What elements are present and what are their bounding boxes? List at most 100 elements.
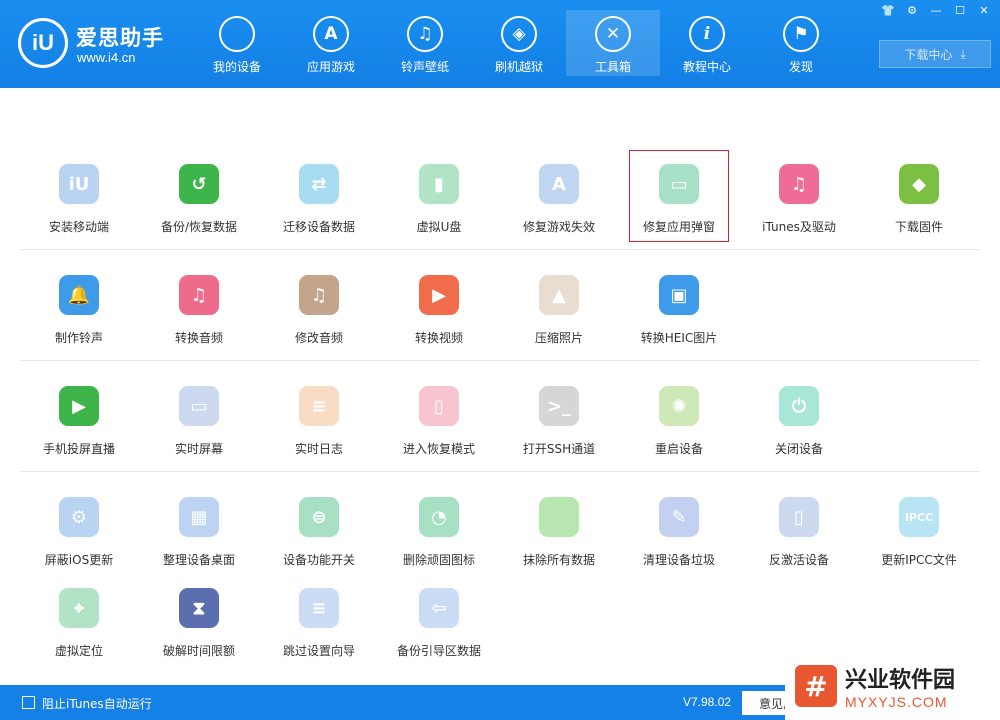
erase-data-icon <box>539 497 579 537</box>
tool-label: 整理设备桌面 <box>162 553 235 567</box>
tool-label: 破解时间限额 <box>162 644 235 658</box>
tool-backup-boot[interactable]: ⇦ 备份引导区数据 <box>389 578 489 678</box>
tool-compress-photo[interactable]: ▲ 压缩照片 <box>509 265 609 365</box>
shutdown-device-icon: ⏻ <box>779 386 819 426</box>
ssh-channel-icon: >_ <box>539 386 579 426</box>
tool-crack-time-limit[interactable]: ⧗ 破解时间限额 <box>149 578 249 678</box>
edit-audio-icon: ♫ <box>299 275 339 315</box>
tool-itunes-driver[interactable]: ♫ iTunes及驱动 <box>749 154 849 254</box>
nav-ringtones-wallpapers[interactable]: ♫ 铃声壁纸 <box>378 10 472 76</box>
block-ios-update-icon: ⚙ <box>59 497 99 537</box>
tool-row: 🔔 制作铃声 ♫ 转换音频 ♫ 修改音频 ▶ 转换视频 ▲ 压缩照片 ▣ 转换HEIC图片 <box>20 257 980 367</box>
app-url: www.i4.cn <box>77 50 136 65</box>
maximize-icon[interactable]: ☐ <box>950 2 970 18</box>
tool-label: 修改音频 <box>294 331 343 345</box>
fix-game-icon: A <box>539 164 579 204</box>
tool-convert-video[interactable]: ▶ 转换视频 <box>389 265 489 365</box>
tool-label: 压缩照片 <box>534 331 583 345</box>
nav-flash-jailbreak[interactable]: ◈ 刷机越狱 <box>472 10 566 76</box>
nav-label: 我的设备 <box>212 60 261 74</box>
tool-convert-audio[interactable]: ♫ 转换音频 <box>149 265 249 365</box>
tool-recovery-mode[interactable]: ▯ 进入恢复模式 <box>389 376 489 476</box>
tool-usb-drive[interactable]: ▮ 虚拟U盘 <box>389 154 489 254</box>
tool-label: iTunes及驱动 <box>762 220 836 234</box>
virtual-location-icon: ⌖ <box>59 588 99 628</box>
tool-label: 重启设备 <box>654 442 703 456</box>
tool-label: 删除顽固图标 <box>402 553 475 567</box>
nav-label: 刷机越狱 <box>494 60 543 74</box>
nav-discover[interactable]: ⚑ 发现 <box>754 10 848 76</box>
deactivate-device-icon: ▯ <box>779 497 819 537</box>
watermark-logo: # <box>795 665 837 707</box>
tool-label: 设备功能开关 <box>282 553 355 567</box>
tool-label: 备份/恢复数据 <box>160 220 238 234</box>
download-icon: ⤓ <box>960 46 966 61</box>
tool-download-firmware[interactable]: ◆ 下载固件 <box>869 154 969 254</box>
nav-label: 发现 <box>788 60 813 74</box>
nav-label: 铃声壁纸 <box>400 60 449 74</box>
shirt-icon[interactable]: 👕 <box>878 2 898 18</box>
tool-virtual-location[interactable]: ⌖ 虚拟定位 <box>29 578 129 678</box>
tool-realtime-log[interactable]: ≡ 实时日志 <box>269 376 369 476</box>
settings-icon[interactable]: ⚙ <box>902 2 922 18</box>
tool-label: 下载固件 <box>894 220 943 234</box>
fix-app-popup-icon: ▭ <box>659 164 699 204</box>
tool-row: ▶ 手机投屏直播 ▭ 实时屏幕 ≡ 实时日志 ▯ 进入恢复模式 >_ 打开SSH通道 ✺ 重启设备 ⏻ 关… <box>20 368 980 478</box>
row-divider <box>20 360 979 361</box>
tool-label: 修复游戏失效 <box>522 220 595 234</box>
tool-migrate-data[interactable]: ⇄ 迁移设备数据 <box>269 154 369 254</box>
top-bar: iU 爱思助手 www.i4.cn 我的设备 A 应用游戏 ♫ 铃声壁纸 ◈ 刷… <box>0 0 1000 88</box>
tool-label: 更新IPCC文件 <box>881 553 957 567</box>
tool-realtime-screen[interactable]: ▭ 实时屏幕 <box>149 376 249 476</box>
migrate-data-icon: ⇄ <box>299 164 339 204</box>
reboot-device-icon: ✺ <box>659 386 699 426</box>
tool-fix-app-popup[interactable]: ▭ 修复应用弹窗 <box>629 150 729 242</box>
apple-icon <box>219 16 255 52</box>
compress-photo-icon: ▲ <box>539 275 579 315</box>
screen-mirror-icon: ▶ <box>59 386 99 426</box>
tool-label: 修复应用弹窗 <box>642 220 715 234</box>
tool-convert-heic[interactable]: ▣ 转换HEIC图片 <box>629 265 729 365</box>
watermark-url: MYXYJS.COM <box>845 694 948 710</box>
organize-desktop-icon: ▦ <box>179 497 219 537</box>
skip-setup-icon: ≡ <box>299 588 339 628</box>
flag-icon: ⚑ <box>783 16 819 52</box>
download-center-button[interactable]: 下载中心 ⤓ <box>879 40 991 68</box>
app-logo: iU 爱思助手 www.i4.cn <box>18 14 178 72</box>
dropbox-icon: ◈ <box>501 16 537 52</box>
tool-i4-mobile[interactable]: iU 安装移动端 <box>29 154 129 254</box>
tool-label: 跳过设置向导 <box>282 644 355 658</box>
make-ringtone-icon: 🔔 <box>59 275 99 315</box>
nav-apps-games[interactable]: A 应用游戏 <box>284 10 378 76</box>
tool-make-ringtone[interactable]: 🔔 制作铃声 <box>29 265 129 365</box>
watermark-title: 兴业软件园 <box>845 668 956 693</box>
tool-screen-mirror[interactable]: ▶ 手机投屏直播 <box>29 376 129 476</box>
tool-fix-game[interactable]: A 修复游戏失效 <box>509 154 609 254</box>
tool-label: 反激活设备 <box>768 553 829 567</box>
close-icon[interactable]: ✕ <box>974 2 994 18</box>
block-itunes-label: 阻止iTunes自动运行 <box>42 697 152 711</box>
app-title: 爱思助手 <box>76 26 164 50</box>
block-itunes-checkbox[interactable] <box>22 696 35 709</box>
tool-reboot-device[interactable]: ✺ 重启设备 <box>629 376 729 476</box>
minimize-icon[interactable]: — <box>926 2 946 18</box>
delete-icons-icon: ◔ <box>419 497 459 537</box>
tool-label: 虚拟定位 <box>54 644 103 658</box>
nav-my-device[interactable]: 我的设备 <box>190 10 284 76</box>
tool-label: 实时日志 <box>294 442 343 456</box>
version-label: V7.98.02 <box>683 695 732 709</box>
backup-restore-icon: ↺ <box>179 164 219 204</box>
tool-skip-setup[interactable]: ≡ 跳过设置向导 <box>269 578 369 678</box>
nav-tutorials[interactable]: i 教程中心 <box>660 10 754 76</box>
recovery-mode-icon: ▯ <box>419 386 459 426</box>
tool-row: iU 安装移动端 ↺ 备份/恢复数据 ⇄ 迁移设备数据 ▮ 虚拟U盘 A 修复游戏失效 ▭ 修复应用弹… <box>20 146 980 256</box>
realtime-screen-icon: ▭ <box>179 386 219 426</box>
crack-time-limit-icon: ⧗ <box>179 588 219 628</box>
tool-shutdown-device[interactable]: ⏻ 关闭设备 <box>749 376 849 476</box>
tool-backup-restore[interactable]: ↺ 备份/恢复数据 <box>149 154 249 254</box>
tool-label: 转换HEIC图片 <box>640 331 718 345</box>
i4-logo-icon: iU <box>18 18 68 68</box>
tool-edit-audio[interactable]: ♫ 修改音频 <box>269 265 369 365</box>
nav-toolbox[interactable]: ✕ 工具箱 <box>566 10 660 76</box>
tool-ssh-channel[interactable]: >_ 打开SSH通道 <box>509 376 609 476</box>
